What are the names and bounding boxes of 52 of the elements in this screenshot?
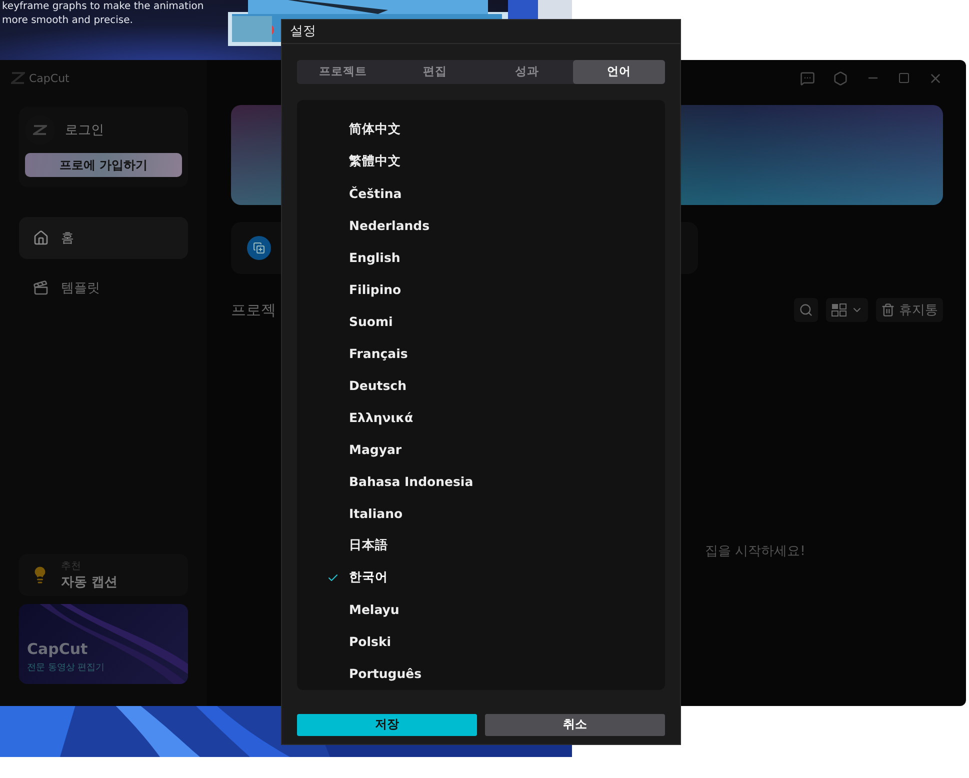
- join-pro-button[interactable]: 프로에 가입하기: [25, 153, 182, 177]
- nav-label: 홈: [61, 230, 74, 247]
- language-option[interactable]: Deutsch: [349, 378, 406, 394]
- app-logo: CapCut: [29, 72, 70, 84]
- feedback-icon[interactable]: [800, 70, 815, 86]
- section-heading: 프로젝: [231, 300, 276, 320]
- save-button[interactable]: 저장: [297, 714, 477, 736]
- language-option[interactable]: Suomi: [349, 314, 393, 330]
- add-media-icon: [247, 236, 271, 260]
- nav-item[interactable]: 템플릿: [19, 267, 188, 309]
- banner-text: keyframe graphs to make the animation: [2, 0, 205, 14]
- trash-icon: [881, 303, 895, 317]
- home-icon: [33, 230, 49, 246]
- settings-tab[interactable]: 프로젝트: [297, 60, 389, 84]
- empty-message: 집을 시작하세요!: [705, 543, 806, 560]
- search-icon: [799, 303, 813, 317]
- language-option[interactable]: Ελληνικά: [349, 410, 414, 426]
- language-option[interactable]: Melayu: [349, 602, 400, 618]
- settings-tab[interactable]: 편집: [389, 60, 481, 84]
- language-option[interactable]: English: [349, 250, 400, 266]
- layout-dropdown[interactable]: [826, 298, 868, 322]
- language-option[interactable]: Filipino: [349, 282, 402, 298]
- language-option[interactable]: Magyar: [349, 442, 402, 458]
- grid-icon: [831, 303, 847, 317]
- nav-item[interactable]: 홈: [19, 217, 188, 259]
- language-option[interactable]: Français: [349, 346, 408, 362]
- settings-tab[interactable]: 성과: [481, 60, 573, 84]
- promo-card[interactable]: CapCut 전문 동영상 편집기: [19, 604, 188, 684]
- template-icon: [33, 280, 49, 296]
- promo-title: CapCut: [27, 640, 89, 658]
- language-option[interactable]: Bahasa Indonesia: [349, 474, 474, 490]
- language-option[interactable]: 日本語: [349, 537, 388, 554]
- nav-label: 템플릿: [61, 280, 100, 297]
- language-option[interactable]: Português: [349, 666, 422, 682]
- settings-icon[interactable]: [833, 70, 848, 86]
- promo-subtitle: 전문 동영상 편집기: [27, 662, 106, 674]
- login-link[interactable]: 로그인: [65, 121, 104, 139]
- logo-icon: [11, 72, 25, 84]
- language-option[interactable]: Polski: [349, 634, 392, 650]
- language-option[interactable]: Italiano: [349, 506, 403, 522]
- language-option[interactable]: 简体中文: [349, 121, 401, 138]
- language-option[interactable]: 繁體中文: [349, 153, 401, 170]
- banner-text: more smooth and precise.: [2, 14, 134, 28]
- settings-tab[interactable]: 언어: [573, 60, 665, 84]
- language-option[interactable]: Nederlands: [349, 218, 430, 234]
- maximize-icon[interactable]: [898, 72, 910, 84]
- language-option[interactable]: 한국어: [349, 569, 388, 586]
- dialog-title: 설정: [290, 23, 316, 40]
- language-option[interactable]: Čeština: [349, 186, 402, 202]
- search-button[interactable]: [794, 298, 818, 322]
- cancel-button[interactable]: 취소: [485, 714, 665, 736]
- tip-title: 자동 캡션: [61, 574, 118, 591]
